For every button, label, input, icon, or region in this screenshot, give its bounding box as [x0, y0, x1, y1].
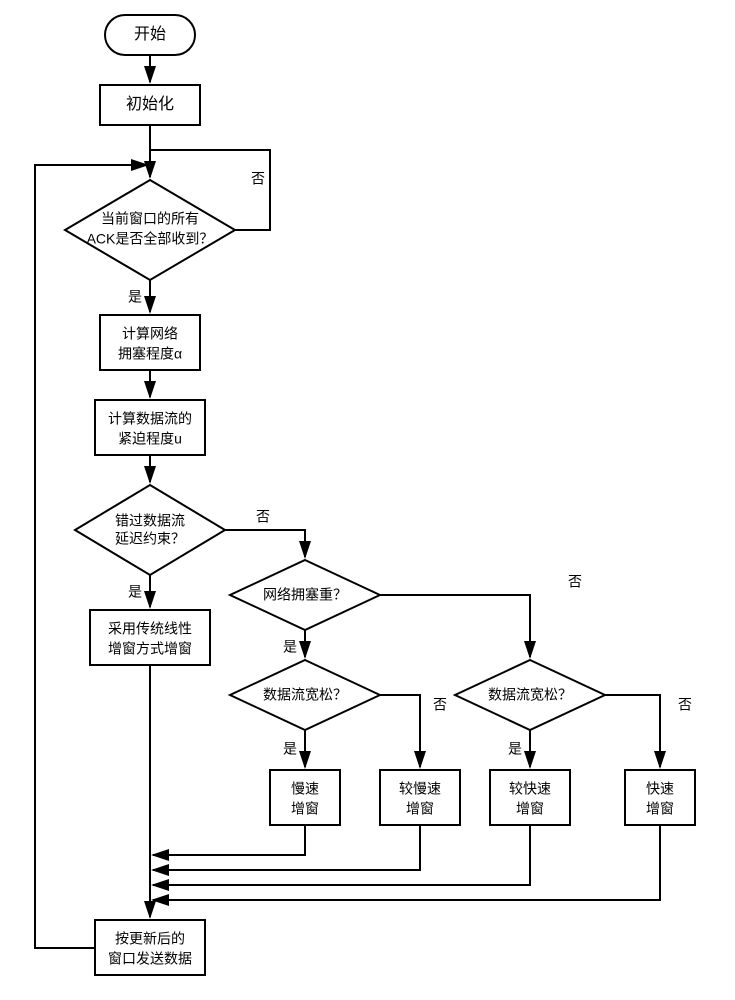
- dack-yes-label: 是: [128, 289, 142, 305]
- edge-dmiss-no: [225, 530, 305, 557]
- dcong-label: 网络拥塞重？: [263, 587, 347, 603]
- alpha-l1: 计算网络: [122, 326, 178, 342]
- node-init: 初始化: [100, 85, 200, 125]
- send-l2: 窗口发送数据: [108, 951, 192, 967]
- dack-label2: ACK是否全部收到？: [87, 231, 214, 247]
- edge-dcong-no: [380, 595, 530, 657]
- node-slower: 较慢速 增窗: [380, 770, 460, 825]
- node-start: 开始: [105, 15, 195, 55]
- edge-slow-merge: [153, 825, 305, 855]
- dack-no-label: 否: [251, 171, 265, 187]
- slower-l2: 增窗: [406, 801, 434, 817]
- faster-l1: 较快速: [509, 781, 551, 797]
- node-d-cong: 网络拥塞重？: [230, 560, 380, 630]
- faster-l2: 增窗: [516, 801, 544, 817]
- edge-drelax1-no: [380, 695, 420, 767]
- slow-l1: 慢速: [291, 781, 319, 797]
- node-faster: 较快速 增窗: [490, 770, 570, 825]
- drelax2-label: 数据流宽松？: [488, 687, 572, 703]
- start-label: 开始: [134, 25, 166, 43]
- slow-l2: 增窗: [291, 801, 319, 817]
- dack-label1: 当前窗口的所有: [101, 211, 199, 227]
- u-l1: 计算数据流的: [108, 411, 192, 427]
- fast-l2: 增窗: [646, 801, 674, 817]
- dcong-no: 否: [568, 574, 582, 590]
- node-calc-alpha: 计算网络 拥塞程度α: [100, 315, 200, 370]
- node-d-relax1: 数据流宽松？: [230, 660, 380, 730]
- dcong-yes: 是: [283, 639, 297, 655]
- dmiss-l2: 延迟约束？: [115, 531, 185, 547]
- fast-l1: 快速: [646, 781, 674, 797]
- linear-l1: 采用传统线性: [108, 621, 192, 637]
- slower-l1: 较慢速: [399, 781, 441, 797]
- edge-drelax2-no: [605, 695, 660, 767]
- node-linear: 采用传统线性 增窗方式增窗: [90, 610, 210, 665]
- drelax2-no: 否: [678, 697, 692, 713]
- drelax2-yes: 是: [508, 741, 522, 757]
- alpha-l2: 拥塞程度α: [118, 346, 182, 362]
- flowchart-svg: 开始 初始化 否 当前窗口的所有 ACK是否全部收到？ 是 计算网络 拥塞程度α…: [0, 0, 735, 1000]
- node-slow: 慢速 增窗: [270, 770, 340, 825]
- node-d-ack: 当前窗口的所有 ACK是否全部收到？: [65, 180, 235, 280]
- dmiss-yes: 是: [128, 584, 142, 600]
- drelax1-yes: 是: [283, 741, 297, 757]
- edge-slower-merge: [153, 825, 420, 870]
- node-calc-u: 计算数据流的 紧迫程度u: [95, 400, 205, 455]
- drelax1-label: 数据流宽松？: [263, 687, 347, 703]
- init-label: 初始化: [126, 95, 174, 113]
- node-d-miss: 错过数据流 延迟约束？: [75, 485, 225, 575]
- node-send: 按更新后的 窗口发送数据: [95, 920, 205, 975]
- dmiss-l1: 错过数据流: [115, 513, 185, 529]
- dmiss-no: 否: [256, 509, 270, 525]
- linear-l2: 增窗方式增窗: [108, 641, 192, 657]
- node-d-relax2: 数据流宽松？: [455, 660, 605, 730]
- edge-fast-merge: [153, 825, 660, 900]
- send-l1: 按更新后的: [115, 931, 185, 947]
- u-l2: 紧迫程度u: [118, 431, 182, 447]
- drelax1-no: 否: [433, 697, 447, 713]
- node-fast: 快速 增窗: [625, 770, 695, 825]
